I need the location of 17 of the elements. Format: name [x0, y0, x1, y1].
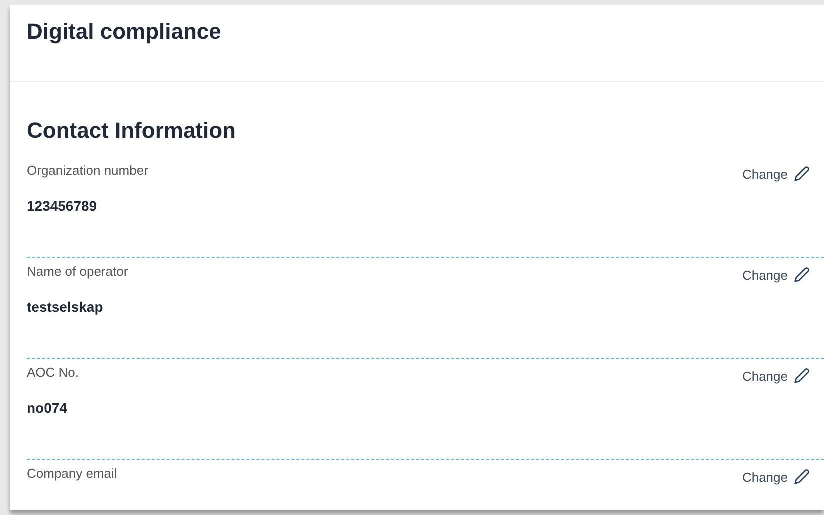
field-value: testselskap	[27, 298, 104, 317]
change-link[interactable]: Change	[742, 469, 788, 487]
field-label: Company email	[27, 465, 118, 483]
section-heading: Contact Information	[27, 117, 237, 145]
change-link[interactable]: Change	[742, 267, 788, 285]
pencil-icon	[794, 166, 810, 182]
field-label: AOC No.	[27, 364, 80, 382]
change-link[interactable]: Change	[742, 166, 788, 184]
pencil-icon	[794, 469, 810, 485]
field-label: Organization number	[27, 162, 150, 180]
page-title: Digital compliance	[27, 18, 222, 46]
field-label: Name of operator	[27, 263, 130, 281]
change-link[interactable]: Change	[742, 368, 788, 386]
field-value: no074	[27, 399, 68, 418]
field-value: 123456789	[27, 197, 98, 216]
pencil-icon	[794, 368, 810, 384]
pencil-icon	[794, 267, 810, 283]
